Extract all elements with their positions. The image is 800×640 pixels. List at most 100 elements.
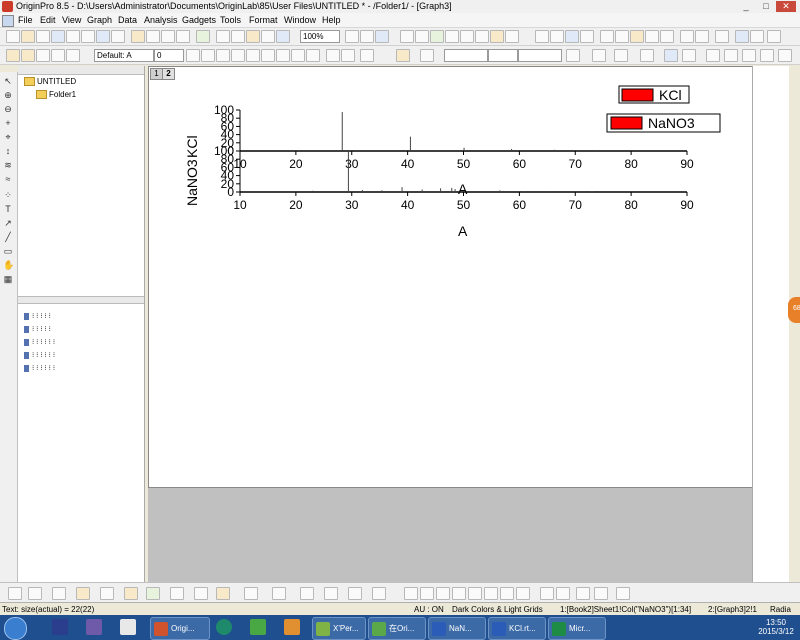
superscript-icon[interactable] bbox=[231, 49, 245, 62]
bold-icon[interactable] bbox=[186, 49, 200, 62]
list-item[interactable]: ⁝ ⁝ ⁝ ⁝ ⁝ ⁝ bbox=[24, 364, 124, 372]
sup-sub-icon[interactable] bbox=[261, 49, 275, 62]
add-layer-icon[interactable] bbox=[535, 30, 549, 43]
ternary-icon[interactable] bbox=[324, 587, 338, 600]
italic-icon[interactable] bbox=[201, 49, 215, 62]
group-icon[interactable] bbox=[778, 49, 792, 62]
app-icon[interactable] bbox=[86, 619, 102, 635]
area-fill-icon[interactable] bbox=[146, 587, 160, 600]
plot-details-icon[interactable] bbox=[695, 30, 709, 43]
order-icon[interactable] bbox=[760, 49, 774, 62]
new-matrix-icon[interactable] bbox=[66, 30, 80, 43]
flip-icon[interactable] bbox=[742, 49, 756, 62]
legend-kcl[interactable]: KCl bbox=[618, 85, 690, 104]
menu-analysis[interactable]: Analysis bbox=[144, 13, 178, 27]
batch-plot-icon[interactable] bbox=[276, 30, 290, 43]
zoom-select[interactable]: 100% bbox=[300, 30, 340, 43]
align-left-icon[interactable] bbox=[326, 49, 340, 62]
pattern-select[interactable] bbox=[518, 49, 562, 62]
xps-icon[interactable] bbox=[120, 619, 136, 635]
eraser-icon[interactable] bbox=[36, 49, 50, 62]
mask-points-icon[interactable]: ≋ bbox=[3, 160, 13, 170]
duplicate-icon[interactable] bbox=[360, 30, 374, 43]
rectangle-tool-icon[interactable]: ▭ bbox=[3, 246, 13, 256]
column-icon[interactable] bbox=[76, 587, 90, 600]
command-window-icon[interactable] bbox=[475, 30, 489, 43]
print-icon[interactable] bbox=[345, 30, 359, 43]
add-color-scale-icon[interactable] bbox=[630, 30, 644, 43]
save-project-icon[interactable] bbox=[161, 30, 175, 43]
histogram-icon[interactable] bbox=[170, 587, 184, 600]
list-item[interactable]: ⁝ ⁝ ⁝ ⁝ ⁝ ⁝ bbox=[24, 338, 124, 346]
import-ascii-icon[interactable] bbox=[216, 30, 230, 43]
area-icon[interactable] bbox=[100, 587, 114, 600]
rescale-icon[interactable] bbox=[550, 30, 564, 43]
code-builder-icon[interactable] bbox=[400, 30, 414, 43]
greek-icon[interactable] bbox=[276, 49, 290, 62]
layer-contents-icon[interactable] bbox=[680, 30, 694, 43]
align-top-obj-icon[interactable] bbox=[436, 587, 450, 600]
folder-folder1[interactable]: Folder1 bbox=[36, 90, 76, 100]
underline-icon[interactable] bbox=[216, 49, 230, 62]
gadget-float-button[interactable]: 68 bbox=[788, 297, 800, 323]
increase-font-icon[interactable] bbox=[291, 49, 305, 62]
pin-icon[interactable] bbox=[750, 30, 764, 43]
align-hcenter-icon[interactable] bbox=[484, 587, 498, 600]
data-selector-icon[interactable]: ↕ bbox=[3, 146, 13, 156]
multi-panel-icon[interactable] bbox=[372, 587, 386, 600]
merge-icon[interactable] bbox=[66, 49, 80, 62]
menu-edit[interactable]: Edit bbox=[40, 13, 56, 27]
menu-format[interactable]: Format bbox=[249, 13, 278, 27]
refresh-icon[interactable] bbox=[375, 30, 389, 43]
menu-file[interactable]: File bbox=[18, 13, 33, 27]
new-function-icon[interactable] bbox=[81, 30, 95, 43]
ungroup-obj-icon[interactable] bbox=[516, 587, 530, 600]
globe-icon[interactable] bbox=[216, 619, 232, 635]
add-scale-icon[interactable] bbox=[615, 30, 629, 43]
folder-open-icon[interactable] bbox=[21, 49, 35, 62]
send-back-icon[interactable] bbox=[556, 587, 570, 600]
add-legend-icon[interactable] bbox=[600, 30, 614, 43]
text-tool-icon[interactable]: T bbox=[3, 204, 13, 214]
swap-icon[interactable] bbox=[706, 49, 720, 62]
new-workbook-icon[interactable] bbox=[36, 30, 50, 43]
taskbar-kcl-doc[interactable]: KCl.rt... bbox=[488, 617, 546, 640]
help-icon[interactable] bbox=[767, 30, 781, 43]
rotate-icon[interactable] bbox=[724, 49, 738, 62]
document-icon[interactable] bbox=[2, 15, 14, 27]
plot-type-icon[interactable] bbox=[682, 49, 696, 62]
pie-icon[interactable] bbox=[194, 587, 208, 600]
grid-style-icon[interactable] bbox=[614, 49, 628, 62]
import-icon[interactable] bbox=[196, 30, 210, 43]
layer-arrange-icon[interactable] bbox=[576, 587, 590, 600]
explorer-splitter[interactable] bbox=[18, 296, 144, 304]
mask-range-icon[interactable]: ≈ bbox=[3, 174, 13, 184]
align-bottom-obj-icon[interactable] bbox=[452, 587, 466, 600]
new-graph-icon[interactable] bbox=[51, 30, 65, 43]
restore-button[interactable]: □ bbox=[756, 1, 776, 12]
start-button[interactable] bbox=[4, 617, 27, 640]
region-tool-icon[interactable]: ✋ bbox=[3, 260, 14, 270]
scatter-icon[interactable] bbox=[52, 587, 66, 600]
open-template-icon[interactable] bbox=[131, 30, 145, 43]
menu-data[interactable]: Data bbox=[118, 13, 137, 27]
screen-reader-icon[interactable]: + bbox=[3, 118, 13, 128]
font-size-select[interactable]: 0 bbox=[154, 49, 184, 62]
line-style-select[interactable] bbox=[444, 49, 488, 62]
script-window-icon[interactable] bbox=[460, 30, 474, 43]
region-of-interest-icon[interactable]: ▦ bbox=[3, 274, 13, 284]
import-multiple-icon[interactable] bbox=[231, 30, 245, 43]
contour-icon[interactable] bbox=[244, 587, 258, 600]
extract-layer-icon[interactable] bbox=[565, 30, 579, 43]
close-button[interactable]: ✕ bbox=[776, 1, 796, 12]
import-wizard-icon[interactable] bbox=[246, 30, 260, 43]
menu-graph[interactable]: Graph bbox=[87, 13, 112, 27]
legend-nano3[interactable]: NaNO3 bbox=[606, 113, 721, 133]
menu-view[interactable]: View bbox=[62, 13, 81, 27]
template-library-icon[interactable] bbox=[272, 587, 286, 600]
line-color-icon[interactable] bbox=[420, 49, 434, 62]
line-draw-icon[interactable] bbox=[8, 587, 22, 600]
results-log-icon[interactable] bbox=[445, 30, 459, 43]
zoom-out-icon[interactable]: ⊖ bbox=[3, 104, 13, 114]
font-select[interactable]: Default: A bbox=[94, 49, 154, 62]
